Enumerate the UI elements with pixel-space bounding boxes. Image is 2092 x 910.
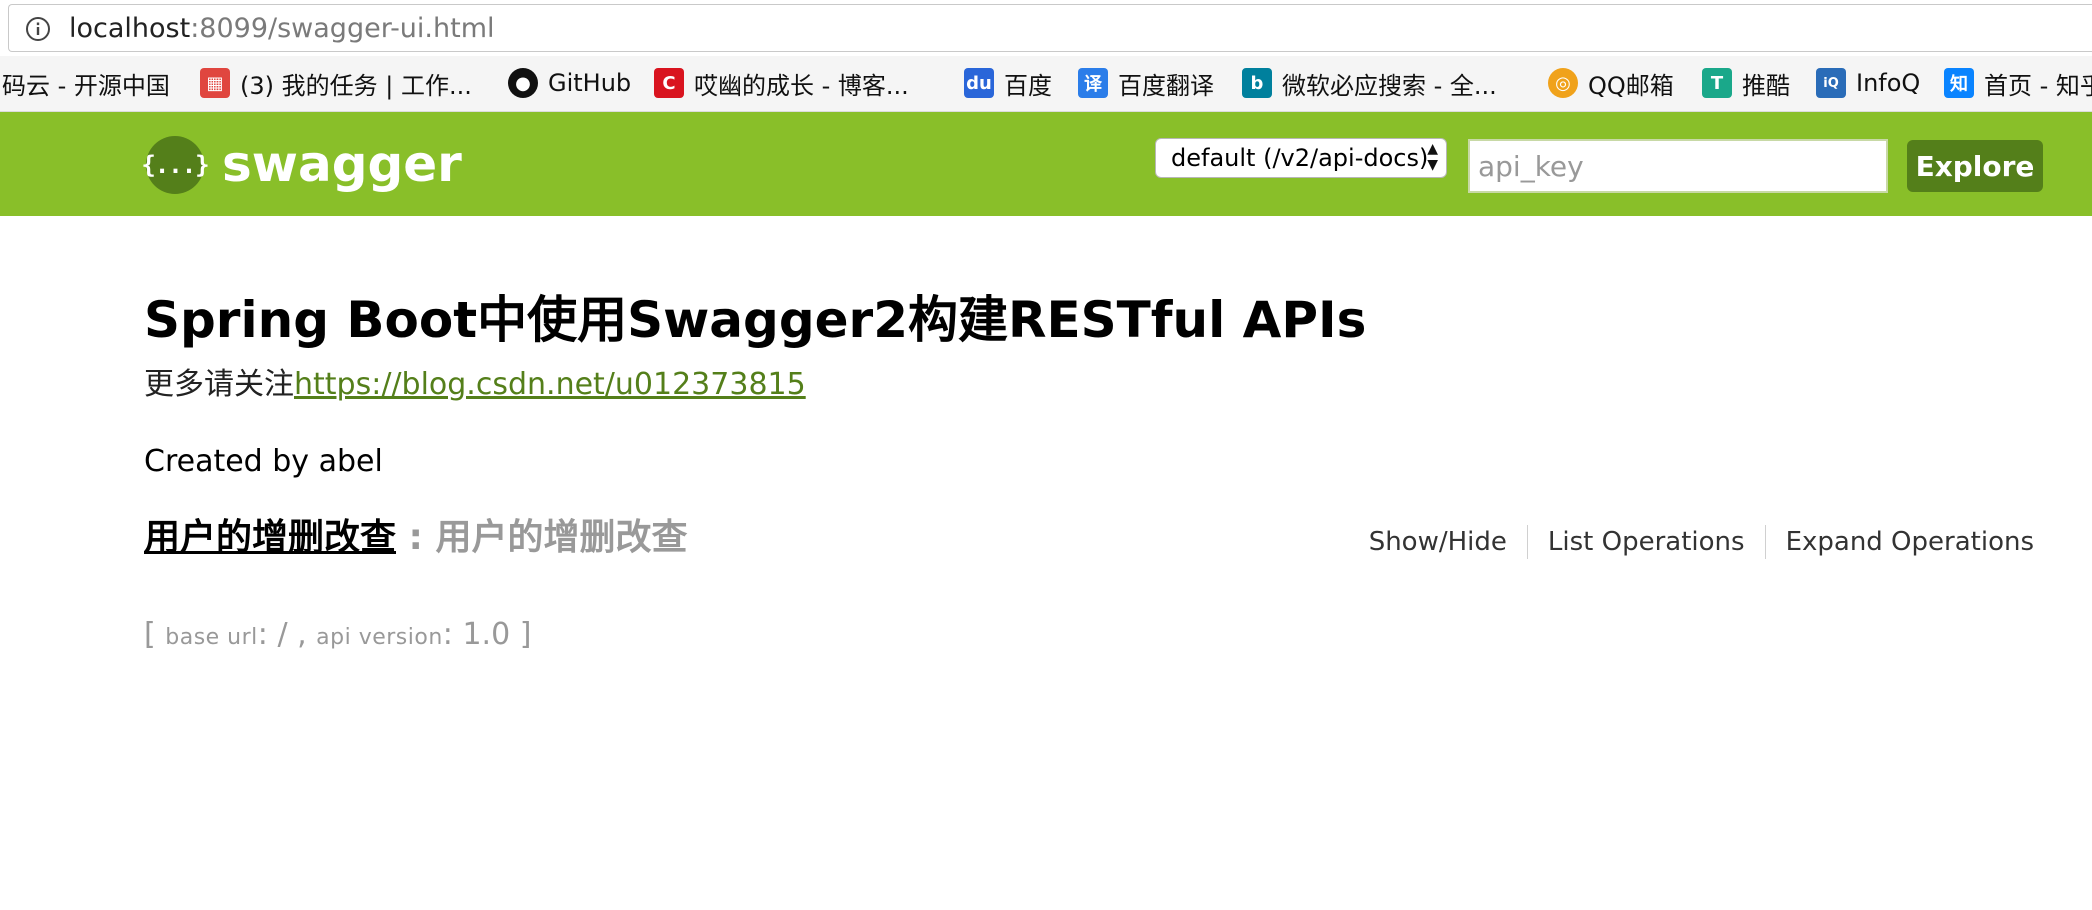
browser-address-bar: localhost:8099/swagger-ui.html [0, 0, 2092, 56]
api-spec-select-value: default (/v2/api-docs) [1171, 144, 1429, 172]
bookmark-label: 微软必应搜索 - 全... [1282, 71, 1497, 100]
bookmark-github[interactable]: ● GitHub [508, 66, 631, 100]
bookmark-label: 首页 - 知乎 [1984, 71, 2092, 100]
logo-glyph: {...} [141, 151, 209, 179]
base-url-value: : / , [257, 617, 317, 652]
bing-icon: b [1242, 68, 1272, 98]
bookmark-label: 码云 - 开源中国 [2, 71, 170, 100]
bookmark-tasks[interactable]: ▦ (3) 我的任务 | 工作... [200, 66, 472, 100]
bookmark-baidu-translate[interactable]: 译 百度翻译 [1078, 66, 1214, 100]
base-url-label: base url [165, 625, 258, 650]
api-spec-select[interactable]: default (/v2/api-docs) ▲ ▼ [1155, 138, 1447, 178]
api-version-label: api version [316, 625, 443, 650]
created-by: Created by abel [144, 444, 383, 479]
bookmark-baidu[interactable]: du 百度 [964, 66, 1052, 100]
tuicool-icon: T [1702, 68, 1732, 98]
bookmark-label: 推酷 [1742, 71, 1790, 100]
api-key-input[interactable] [1468, 139, 1888, 193]
explore-button[interactable]: Explore [1907, 140, 2043, 192]
bookmark-infoq[interactable]: iQ InfoQ [1816, 66, 1920, 100]
bookmark-label: 百度 [1004, 71, 1052, 100]
infoq-icon: iQ [1816, 68, 1846, 98]
swagger-logo-icon[interactable]: {...} [141, 136, 210, 194]
github-icon: ● [508, 68, 538, 98]
blog-link[interactable]: https://blog.csdn.net/u012373815 [294, 367, 806, 402]
bracket-open: [ [144, 617, 166, 652]
select-arrows-icon: ▲ ▼ [1427, 141, 1438, 173]
api-version-value: : 1.0 [442, 617, 520, 652]
api-description: 更多请关注https://blog.csdn.net/u012373815 [144, 365, 806, 405]
resource-description: 用户的增删改查 [435, 517, 688, 558]
list-operations-link[interactable]: List Operations [1528, 525, 1765, 559]
bracket-close: ] [519, 617, 532, 652]
csdn-icon: C [654, 68, 684, 98]
expand-operations-link[interactable]: Expand Operations [1766, 525, 2044, 559]
bookmark-label: 哎幽的成长 - 博客... [694, 71, 909, 100]
resource-name-link[interactable]: 用户的增删改查 [144, 517, 396, 558]
api-title: Spring Boot中使用Swagger2构建RESTful APIs [144, 291, 1367, 349]
bookmark-label: 百度翻译 [1118, 71, 1214, 100]
swagger-logo-text[interactable]: swagger [222, 134, 462, 194]
show-hide-link[interactable]: Show/Hide [1349, 525, 1527, 559]
baidu-icon: du [964, 68, 994, 98]
bookmark-oschina[interactable]: 码云 - 开源中国 [2, 66, 170, 100]
bookmarks-bar: 码云 - 开源中国 ▦ (3) 我的任务 | 工作... ● GitHub C … [0, 56, 2092, 112]
zhihu-icon: 知 [1944, 68, 1974, 98]
bookmark-label: (3) 我的任务 | 工作... [240, 71, 472, 100]
resource-operations: Show/Hide List Operations Expand Operati… [1349, 525, 2044, 559]
bookmark-label: QQ邮箱 [1588, 71, 1674, 100]
bookmark-zhihu[interactable]: 知 首页 - 知乎 [1944, 66, 2092, 100]
qqmail-icon: ◎ [1548, 68, 1578, 98]
translate-icon: 译 [1078, 68, 1108, 98]
bookmark-label: InfoQ [1856, 69, 1921, 97]
bookmark-tuicool[interactable]: T 推酷 [1702, 66, 1790, 100]
task-icon: ▦ [200, 68, 230, 98]
url-text: localhost:8099/swagger-ui.html [69, 13, 495, 44]
resource-separator: : [396, 517, 436, 558]
url-field[interactable]: localhost:8099/swagger-ui.html [8, 4, 2092, 52]
api-base-info: [ base url: / , api version: 1.0 ] [144, 615, 531, 658]
swagger-header: {...} swagger default (/v2/api-docs) ▲ ▼ … [0, 112, 2092, 216]
bookmark-label: GitHub [548, 69, 632, 97]
info-icon[interactable] [25, 16, 51, 42]
bookmark-bing[interactable]: b 微软必应搜索 - 全... [1242, 66, 1497, 100]
resource-heading: 用户的增删改查 : 用户的增删改查 [144, 515, 688, 561]
bookmark-csdn-blog[interactable]: C 哎幽的成长 - 博客... [654, 66, 909, 100]
api-description-text: 更多请关注 [144, 367, 294, 402]
bookmark-qqmail[interactable]: ◎ QQ邮箱 [1548, 66, 1674, 100]
